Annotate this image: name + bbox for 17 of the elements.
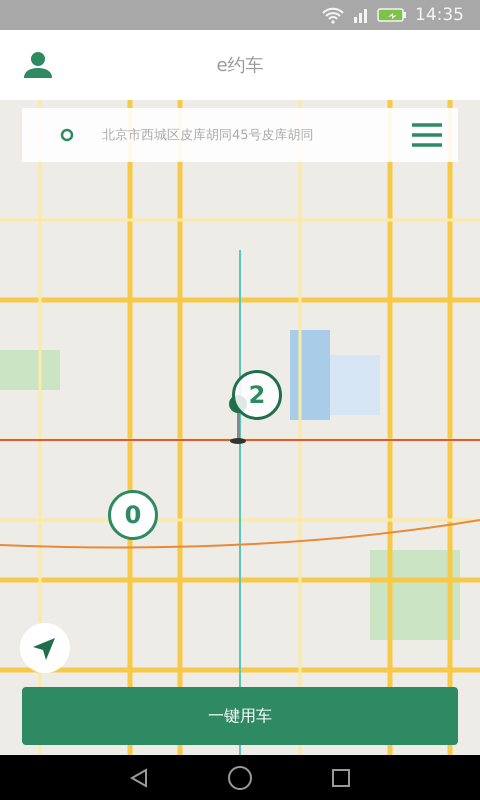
marker-count: 2 <box>248 381 266 409</box>
use-car-button[interactable]: 一键用车 <box>22 687 458 745</box>
battery-icon <box>377 7 407 23</box>
marker-count: 0 <box>124 501 142 529</box>
back-icon[interactable] <box>129 768 149 788</box>
user-icon[interactable] <box>23 51 53 79</box>
status-time: 14:35 <box>415 5 464 25</box>
locate-icon[interactable] <box>20 623 70 673</box>
wifi-icon <box>321 6 345 24</box>
address-search-bar[interactable]: 北京市西城区皮库胡同45号皮库胡同 <box>22 108 458 162</box>
app-title: e约车 <box>216 54 264 77</box>
signal-icon <box>353 7 369 23</box>
location-dot-icon <box>60 128 74 142</box>
recents-icon[interactable] <box>331 768 351 788</box>
menu-icon[interactable] <box>412 123 442 147</box>
address-text: 北京市西城区皮库胡同45号皮库胡同 <box>102 127 315 144</box>
home-icon[interactable] <box>227 764 253 790</box>
